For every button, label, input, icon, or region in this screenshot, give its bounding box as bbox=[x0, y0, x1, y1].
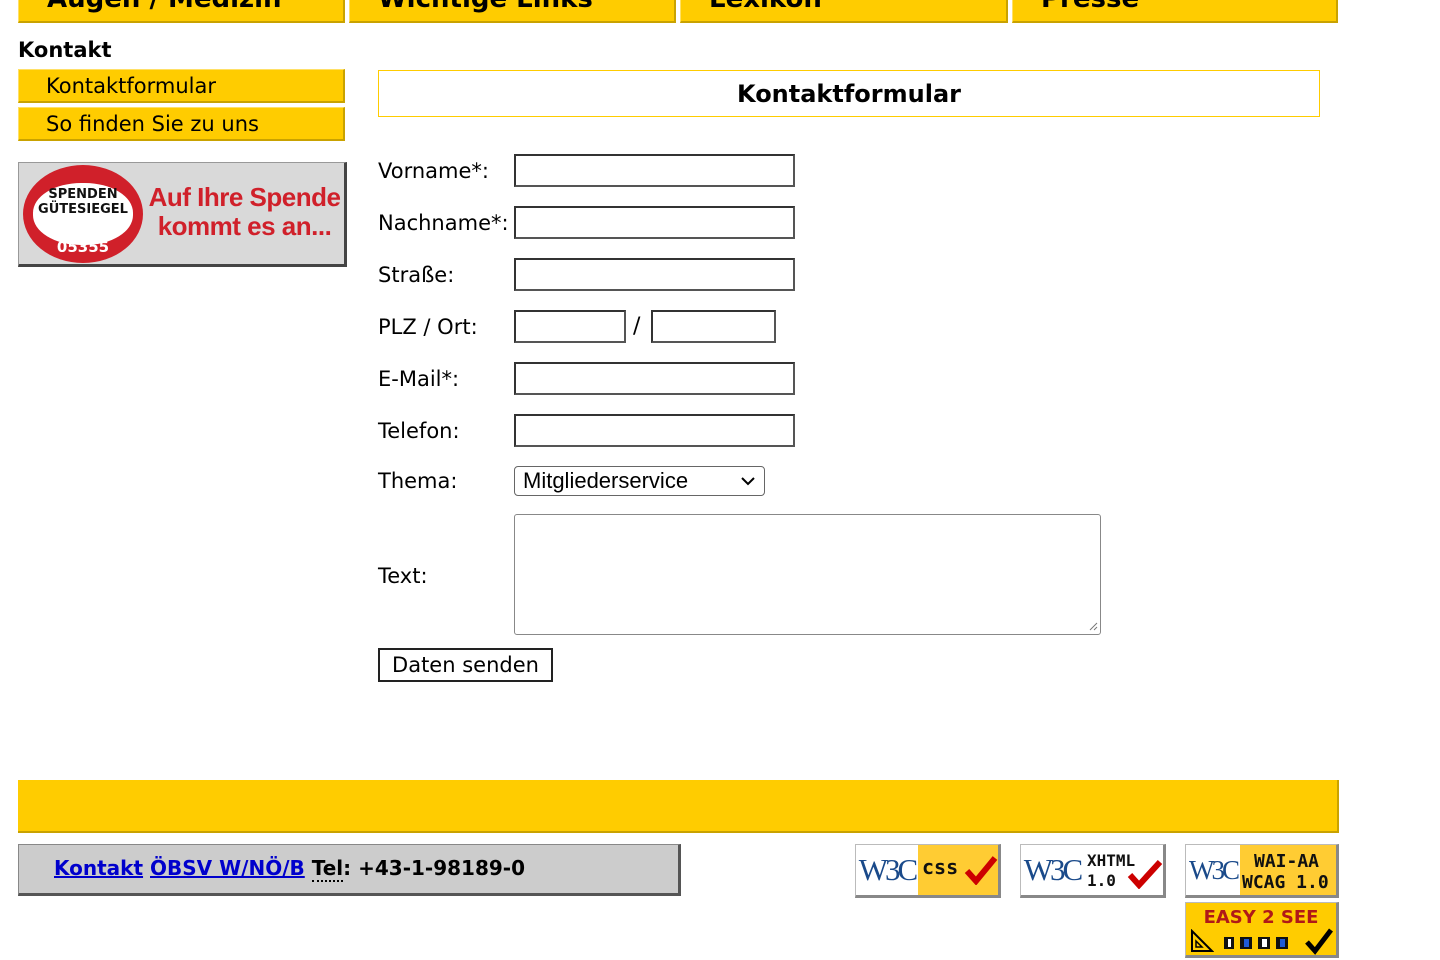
vorname-label: Vorname*: bbox=[378, 159, 489, 183]
footer-bar bbox=[18, 780, 1339, 833]
banner-slogan: Auf Ihre Spende kommt es an... bbox=[148, 182, 341, 241]
text-textarea[interactable] bbox=[514, 514, 1101, 635]
thema-select[interactable]: Mitgliederservice bbox=[514, 466, 765, 496]
w3c-logo: W3C bbox=[1186, 845, 1240, 895]
form-title: Kontaktformular bbox=[378, 70, 1320, 117]
resize-grip-icon[interactable] bbox=[1089, 622, 1098, 634]
telefon-input[interactable] bbox=[514, 414, 795, 447]
contrast-blocks-icon bbox=[1224, 935, 1300, 954]
footer-link-kontakt[interactable]: Kontakt bbox=[54, 856, 143, 880]
sub-navigation: Kontaktformular So finden Sie zu uns bbox=[18, 69, 345, 145]
footer-link-obsv[interactable]: ÖBSV W/NÖ/B bbox=[150, 856, 305, 880]
section-title: Kontakt bbox=[18, 38, 112, 62]
plz-ort-separator: / bbox=[633, 314, 641, 339]
ort-input[interactable] bbox=[651, 310, 776, 343]
checkmark-icon bbox=[1127, 859, 1163, 893]
spendensiegel-logo: SPENDEN GÜTESIEGEL 05355 bbox=[23, 165, 143, 263]
nav-tab-presse[interactable]: Presse bbox=[1012, 0, 1338, 23]
telefon-label: Telefon: bbox=[378, 419, 460, 443]
nachname-input[interactable] bbox=[514, 206, 795, 239]
checkmark-icon bbox=[964, 855, 998, 889]
email-label: E-Mail*: bbox=[378, 367, 460, 391]
easy-2-see-badge[interactable]: EASY 2 SEE bbox=[1185, 902, 1339, 958]
subnav-item-so-finden-sie-zu-uns[interactable]: So finden Sie zu uns bbox=[18, 107, 345, 141]
ruler-triangle-icon bbox=[1190, 928, 1215, 955]
chevron-down-icon bbox=[740, 468, 756, 504]
w3c-logo: W3C bbox=[856, 845, 918, 895]
vorname-input[interactable] bbox=[514, 154, 795, 187]
thema-label: Thema: bbox=[378, 469, 458, 493]
tel-abbreviation: Tel bbox=[311, 856, 344, 882]
strasse-input[interactable] bbox=[514, 258, 795, 291]
thema-selected-value: Mitgliederservice bbox=[523, 468, 689, 493]
footer-contact: Kontakt ÖBSV W/NÖ/B Tel: +43-1-98189-0 bbox=[18, 844, 681, 896]
submit-button[interactable]: Daten senden bbox=[378, 648, 553, 682]
w3c-xhtml-badge[interactable]: W3C XHTML 1.0 bbox=[1020, 844, 1166, 898]
plz-input[interactable] bbox=[514, 310, 626, 343]
plz-ort-label: PLZ / Ort: bbox=[378, 315, 478, 339]
nav-tab-augen-medizin[interactable]: Augen / Medizin bbox=[18, 0, 345, 23]
text-label: Text: bbox=[378, 564, 428, 588]
strasse-label: Straße: bbox=[378, 263, 455, 287]
nachname-label: Nachname*: bbox=[378, 211, 509, 235]
top-navigation: Augen / Medizin Wichtige Links Lexikon P… bbox=[18, 0, 1340, 25]
w3c-css-badge[interactable]: W3C css bbox=[855, 844, 1001, 898]
w3c-wai-aa-badge[interactable]: W3C WAI-AA WCAG 1.0 bbox=[1185, 844, 1339, 898]
subnav-item-kontaktformular[interactable]: Kontaktformular bbox=[18, 69, 345, 103]
nav-tab-lexikon[interactable]: Lexikon bbox=[680, 0, 1008, 23]
tel-number: : +43-1-98189-0 bbox=[343, 856, 526, 880]
checkmark-icon bbox=[1304, 927, 1334, 955]
nav-tab-wichtige-links[interactable]: Wichtige Links bbox=[349, 0, 676, 23]
w3c-logo: W3C bbox=[1021, 845, 1083, 895]
email-input[interactable] bbox=[514, 362, 795, 395]
spendengütesiegel-banner[interactable]: SPENDEN GÜTESIEGEL 05355 Auf Ihre Spende… bbox=[18, 162, 347, 267]
